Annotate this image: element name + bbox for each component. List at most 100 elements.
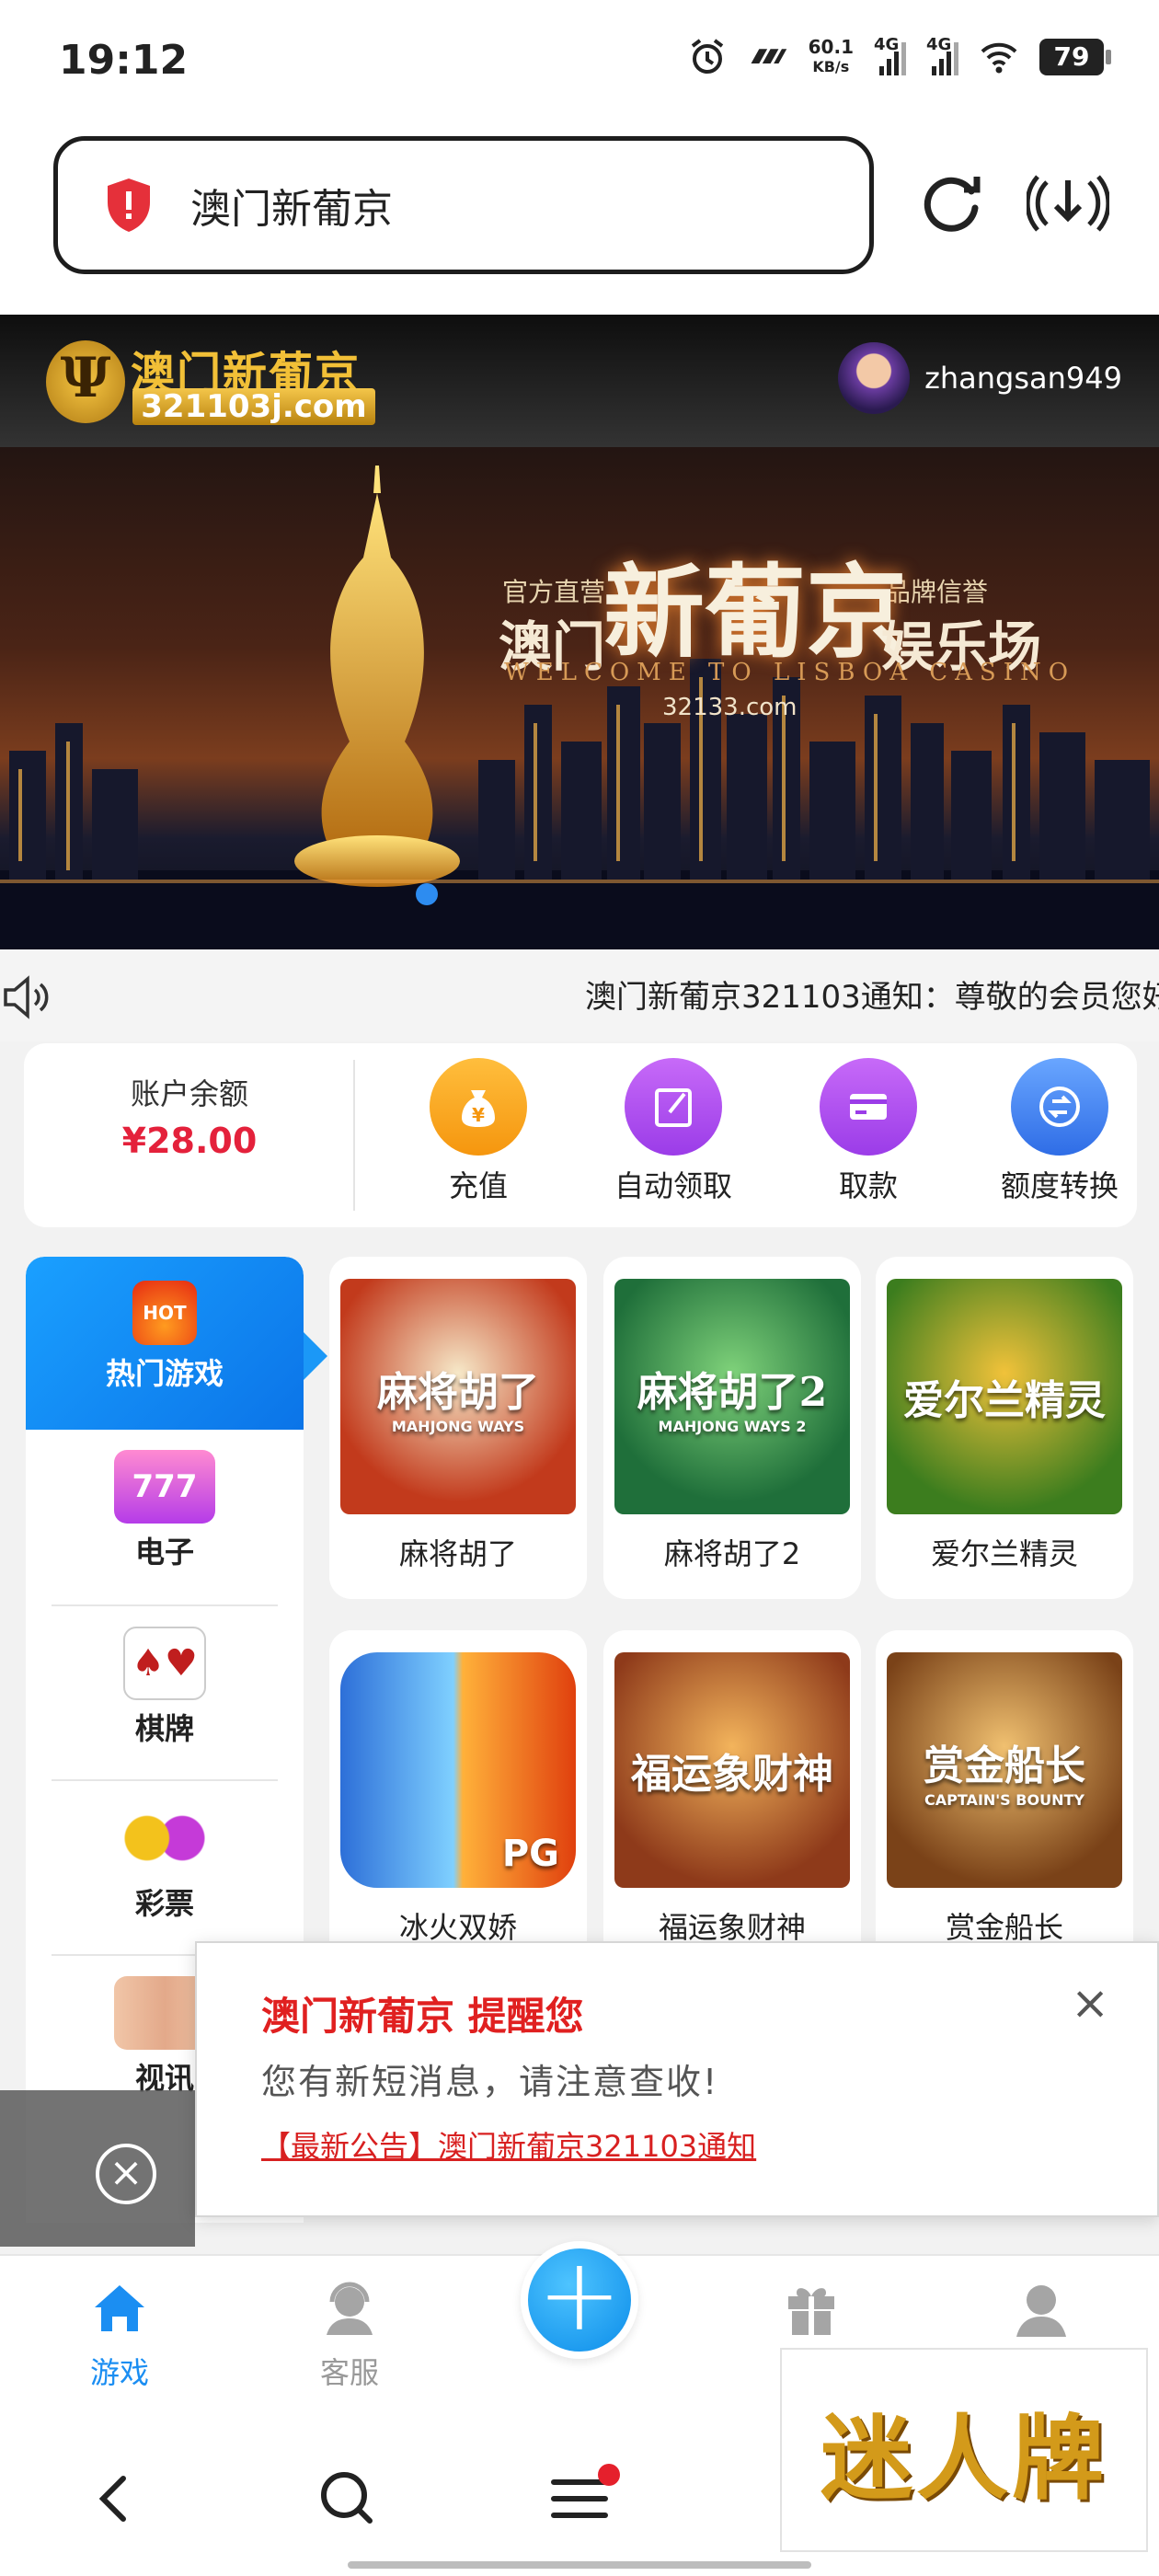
status-icons: 60.1 KB/s 4G 4G 79 — [687, 35, 1111, 77]
game-thumb-subtitle: CAPTAIN'S BOUNTY — [924, 1790, 1084, 1809]
transfer-button[interactable]: 额度转换 — [968, 1058, 1152, 1205]
tab-label: 客服 — [319, 2355, 379, 2390]
username: zhangsan949 — [924, 361, 1122, 396]
category-electronic[interactable]: 777 电子 — [26, 1430, 304, 1603]
game-name: 麻将胡了 — [398, 1536, 517, 1571]
game-thumbnail: 麻将胡了2 MAHJONG WAYS 2 — [614, 1279, 850, 1514]
network-speed: 60.1 KB/s — [809, 37, 854, 77]
category-lottery[interactable]: 彩票 — [26, 1781, 304, 1954]
recharge-button[interactable]: ¥ 充值 — [386, 1058, 570, 1205]
home-icon — [95, 2285, 144, 2331]
tab-games[interactable]: 游戏 — [46, 2276, 193, 2392]
download-icon[interactable] — [1027, 162, 1109, 245]
balance-value: ¥28.00 — [121, 1121, 258, 1161]
game-thumb-subtitle: MAHJONG WAYS — [391, 1417, 525, 1435]
category-label: 电子 — [134, 1535, 194, 1570]
notice-bar[interactable]: 澳门新葡京321103通知：尊敬的会员您好， — [0, 949, 1159, 1041]
active-category-pointer — [304, 1332, 327, 1380]
logo-emblem-icon — [46, 340, 125, 423]
promo-banner[interactable]: 官方直营 品牌信誉 澳门 新葡京 娱乐场 WELCOME TO LISBOA C… — [0, 447, 1159, 949]
popup-message: 您有新短消息，请注意查收! — [261, 2062, 719, 2102]
svg-text:¥: ¥ — [472, 1104, 485, 1126]
game-card[interactable]: 福运象财神 福运象财神 — [603, 1630, 861, 1972]
balance-label: 账户余额 — [130, 1076, 248, 1111]
logo-domain: 321103j.com — [132, 388, 375, 425]
menu-notification-dot — [598, 2464, 620, 2486]
auto-claim-button[interactable]: 自动领取 — [581, 1058, 765, 1205]
game-card[interactable]: 赏金船长 CAPTAIN'S BOUNTY 赏金船长 — [876, 1630, 1133, 1972]
game-name: 麻将胡了2 — [663, 1536, 801, 1571]
wifi-icon — [981, 42, 1017, 74]
popup-title: 澳门新葡京 提醒您 — [261, 1994, 584, 2039]
game-card[interactable]: 爱尔兰精灵 爱尔兰精灵 — [876, 1257, 1133, 1599]
account-card: 账户余额 ¥28.00 ¥ 充值 自动领取 取款 额度转换 — [24, 1043, 1137, 1227]
recharge-label: 充值 — [448, 1168, 508, 1203]
auto-claim-label: 自动领取 — [614, 1168, 732, 1203]
tab-profile[interactable] — [968, 2276, 1115, 2350]
browser-address-area: 澳门新葡京 — [0, 125, 1159, 315]
game-thumbnail: 赏金船长 CAPTAIN'S BOUNTY — [887, 1652, 1122, 1888]
profile-icon — [1016, 2285, 1066, 2337]
game-thumb-title: 麻将胡了 — [377, 1368, 539, 1416]
lottery-balls-icon — [120, 1801, 209, 1875]
category-label: 彩票 — [134, 1886, 194, 1921]
tab-label: 游戏 — [89, 2355, 149, 2390]
battery-icon: 79 — [1039, 39, 1111, 75]
category-hot-games[interactable]: HOT 热门游戏 — [26, 1257, 304, 1430]
notice-text: 澳门新葡京321103通知：尊敬的会员您好， — [585, 979, 1159, 1016]
back-icon[interactable] — [79, 2462, 153, 2536]
watermark-logo: 迷人牌 — [780, 2348, 1148, 2552]
site-logo[interactable]: 澳门新葡京 321103j.com — [46, 337, 383, 429]
alarm-icon — [691, 39, 723, 74]
hot-fire-icon: HOT — [132, 1281, 197, 1345]
game-thumb-title: 麻将胡了2 — [637, 1368, 828, 1416]
home-indicator — [348, 2561, 811, 2569]
popup-close-icon[interactable]: × — [1071, 1980, 1109, 2026]
banner-url: 32133.com — [662, 694, 798, 721]
game-thumbnail: 福运象财神 — [614, 1652, 850, 1888]
tab-gifts[interactable] — [738, 2276, 885, 2350]
game-thumb-title: PG — [501, 1833, 559, 1875]
status-time: 19:12 — [59, 37, 189, 84]
user-profile-chip[interactable]: zhangsan949 — [838, 342, 1122, 414]
banner-main-title: 新葡京 — [603, 553, 907, 672]
game-thumb-subtitle: MAHJONG WAYS 2 — [658, 1417, 807, 1435]
carrier-logo-icon — [751, 49, 786, 64]
reload-icon[interactable] — [911, 162, 993, 245]
signal-1-label: 4G — [874, 35, 900, 54]
status-bar: 19:12 60.1 KB/s 4G 4G 79 — [0, 0, 1159, 125]
game-thumb-title: 赏金船长 — [924, 1742, 1085, 1789]
category-label: 热门游戏 — [105, 1356, 224, 1391]
notification-popup: 澳门新葡京 提醒您 × 您有新短消息，请注意查收! 【最新公告】澳门新葡京321… — [195, 1941, 1159, 2217]
address-bar[interactable]: 澳门新葡京 — [53, 136, 874, 274]
game-card[interactable]: PG 冰火双娇 — [329, 1630, 587, 1972]
game-thumb-title: 爱尔兰精灵 — [903, 1377, 1106, 1424]
close-overlay-icon[interactable]: × — [96, 2144, 156, 2204]
tab-customer-service[interactable]: 客服 — [276, 2276, 423, 2392]
game-card[interactable]: 麻将胡了 MAHJONG WAYS 麻将胡了 — [329, 1257, 587, 1599]
category-chess-cards[interactable]: ♠♥ 棋牌 — [26, 1606, 304, 1779]
signal-1-icon: 4G — [874, 35, 906, 75]
shield-warning-icon — [108, 178, 150, 232]
transfer-label: 额度转换 — [1000, 1168, 1119, 1203]
withdraw-button[interactable]: 取款 — [776, 1058, 960, 1205]
customer-service-icon — [327, 2282, 373, 2335]
speaker-icon — [4, 975, 49, 1019]
card-divider — [353, 1060, 355, 1211]
address-text: 澳门新葡京 — [190, 186, 393, 233]
network-speed-unit: KB/s — [812, 58, 850, 75]
game-thumbnail: 麻将胡了 MAHJONG WAYS — [340, 1279, 576, 1514]
carousel-indicator[interactable] — [416, 883, 438, 905]
popup-announcement-link[interactable]: 【最新公告】澳门新葡京321103通知 — [261, 2123, 756, 2166]
add-fab-button[interactable]: + — [521, 2241, 638, 2359]
banner-welcome: WELCOME TO LISBOA CASINO — [504, 659, 1076, 686]
exchange-icon — [1011, 1058, 1108, 1156]
category-label: 棋牌 — [134, 1711, 194, 1746]
game-name: 爱尔兰精灵 — [930, 1536, 1078, 1571]
withdraw-label: 取款 — [838, 1168, 898, 1203]
search-icon[interactable] — [311, 2462, 384, 2536]
game-thumbnail: PG — [340, 1652, 576, 1888]
slot-777-icon: 777 — [114, 1450, 215, 1524]
game-card[interactable]: 麻将胡了2 MAHJONG WAYS 2 麻将胡了2 — [603, 1257, 861, 1599]
hot-badge: HOT — [143, 1302, 187, 1324]
